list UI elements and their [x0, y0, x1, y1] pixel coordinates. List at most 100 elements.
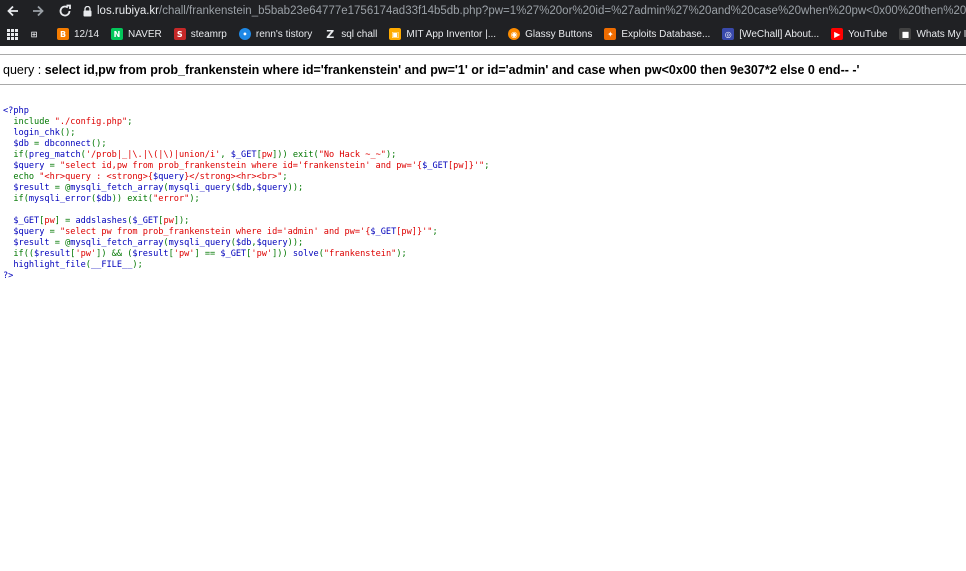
code-token: )); — [287, 238, 304, 248]
back-arrow-icon[interactable] — [3, 1, 23, 21]
code-token: highlight_file — [3, 260, 86, 270]
code-token: ); — [396, 249, 407, 259]
code-line: $result = @mysqli_fetch_array(mysqli_que… — [3, 238, 489, 249]
bookmark-item[interactable]: Zsql chall — [324, 28, 377, 41]
code-token: $_GET — [230, 150, 257, 160]
code-token: ); — [132, 260, 143, 270]
bookmark-item[interactable]: ✦ Exploits Database... — [604, 28, 710, 40]
bookmark-item[interactable]: ◉ Glassy Buttons — [508, 28, 592, 40]
exploitdb-icon: ✦ — [604, 28, 617, 40]
youtube-icon: ▶ — [831, 28, 844, 40]
code-token: if( — [3, 150, 29, 160]
code-token: $result — [3, 183, 55, 193]
code-token: }'" — [416, 227, 433, 237]
query-label: query : — [3, 63, 45, 77]
bookmark-label: Exploits Database... — [621, 28, 711, 40]
code-token: mysqli_fetch_array — [70, 238, 164, 248]
bookmark-item[interactable]: Ssteamrp — [173, 28, 227, 40]
code-token: "frankenstein" — [323, 249, 397, 259]
code-token: mysqli_fetch_array — [70, 183, 164, 193]
code-token: include — [3, 117, 55, 127]
glassy-icon: ◉ — [508, 28, 521, 40]
code-line: $query = "select pw from prob_frankenste… — [3, 227, 489, 238]
code-line: include "./config.php"; — [3, 117, 489, 128]
code-token: ]); — [173, 216, 190, 226]
bookmark-item[interactable]: ▣ MIT App Inventor |... — [389, 28, 496, 40]
bookmark-item[interactable]: ■ Whats My IP Addr... — [899, 28, 966, 40]
code-token: ]) && ( — [96, 249, 133, 259]
code-token: $_GET — [370, 227, 397, 237]
bookmark-item[interactable]: ▶ YouTube — [831, 28, 887, 40]
bookmark-item[interactable]: • renn's tistory — [238, 28, 313, 40]
code-token: login_chk — [3, 128, 60, 138]
code-token: $query — [256, 183, 288, 193]
code-token: ; — [127, 117, 133, 127]
code-line: login_chk(); — [3, 128, 489, 139]
blogger-icon: B — [57, 28, 69, 40]
code-token: ; — [282, 172, 288, 182]
bookmark-label: renn's tistory — [255, 28, 313, 40]
code-token: 'pw' — [251, 249, 273, 259]
browser-toolbar: los.rubiya.kr/chall/frankenstein_b5bab23… — [0, 0, 966, 22]
code-token: mysqli_query — [168, 238, 231, 248]
code-token: = — [49, 161, 60, 171]
apps-grid-icon[interactable] — [7, 28, 18, 40]
code-token: $query — [153, 172, 185, 182]
code-token: "<hr>query : <strong>{ — [39, 172, 154, 182]
url-host: los.rubiya.kr — [97, 5, 159, 17]
bookmark-item[interactable]: ◎ [WeChall] About... — [722, 28, 819, 40]
url-path: /chall/frankenstein_b5bab23e64777e175617… — [159, 5, 966, 17]
code-token: $result — [132, 249, 169, 259]
code-token: "./config.php" — [54, 117, 128, 127]
bookmark-label: NAVER — [128, 28, 162, 40]
code-line: $db = dbconnect(); — [3, 139, 489, 150]
code-token: $db — [235, 183, 252, 193]
forward-arrow-icon[interactable] — [28, 1, 48, 21]
code-token: , — [220, 150, 231, 160]
code-token: $db — [96, 194, 112, 204]
code-line: echo "<hr>query : <strong>{$query}</stro… — [3, 172, 489, 183]
bookmark-label: 12/14 — [74, 28, 100, 40]
code-token: if( — [3, 194, 29, 204]
code-token: }'" — [468, 161, 485, 171]
bookmark-item[interactable]: B 12/14 — [57, 28, 99, 40]
code-token: [pw] — [447, 161, 469, 171]
bookmark-label: Glassy Buttons — [525, 28, 593, 40]
code-token: $_GET — [220, 249, 247, 259]
naver-icon: N — [111, 28, 124, 40]
bookmarks-bar: ⊞ B 12/14 N NAVER Ssteamrp • renn's tistory Zsql… — [0, 22, 966, 46]
code-line: if(preg_match('/prob|_|\.|\(|\)|union/i'… — [3, 150, 489, 161]
code-line: $_GET[pw] = addslashes($_GET[pw]); — [3, 216, 489, 227]
code-token: $_GET — [3, 216, 40, 226]
bookmark-item[interactable]: N NAVER — [111, 28, 162, 40]
bookmark-label: Whats My IP Addr... — [916, 28, 966, 40]
tistory-icon: • — [238, 28, 251, 40]
code-token: ; — [484, 161, 490, 171]
code-token: ])) exit( — [272, 150, 319, 160]
code-token: $result — [34, 249, 71, 259]
code-token: "select id,pw from prob_frankenstein whe… — [59, 161, 423, 171]
ip-icon: ■ — [899, 28, 912, 40]
code-token: ; — [432, 227, 438, 237]
lock-icon[interactable] — [83, 5, 92, 17]
code-token: 'pw' — [75, 249, 97, 259]
query-output: query : select id,pw from prob_frankenst… — [3, 63, 860, 77]
bookmark-item[interactable]: ⊞ — [28, 28, 45, 40]
code-token: $query — [3, 227, 50, 237]
address-bar[interactable]: los.rubiya.kr/chall/frankenstein_b5bab23… — [83, 0, 966, 22]
code-line: $result = @mysqli_fetch_array(mysqli_que… — [3, 183, 489, 194]
code-token: = @ — [54, 183, 71, 193]
reload-icon[interactable] — [55, 1, 75, 21]
code-token: dbconnect — [44, 139, 91, 149]
query-text: select id,pw from prob_frankenstein wher… — [44, 63, 860, 77]
code-token: echo — [3, 172, 40, 182]
code-token: ] == — [194, 249, 221, 259]
code-token: addslashes — [75, 216, 128, 226]
code-token: $query — [256, 238, 288, 248]
code-token: = @ — [54, 238, 71, 248]
code-token: if(( — [3, 249, 35, 259]
code-token: solve — [292, 249, 319, 259]
code-token: "No Hack ~_~" — [318, 150, 386, 160]
code-token: '/prob|_|\.|\(|\)|union/i' — [85, 150, 221, 160]
